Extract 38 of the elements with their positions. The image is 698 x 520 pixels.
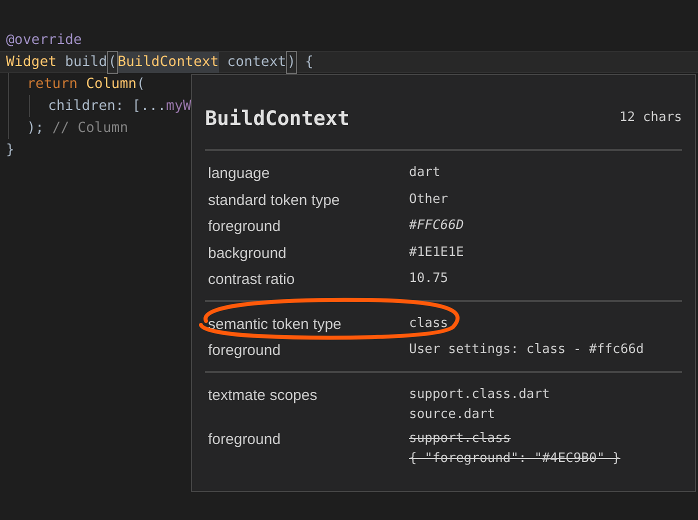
code-token: children: [... — [48, 96, 166, 116]
code-token: return — [27, 74, 78, 94]
code-token: { — [304, 52, 314, 72]
property-value: dart — [409, 164, 440, 182]
char-count: 12 chars — [619, 109, 682, 128]
property-value: 10.75 — [409, 270, 448, 288]
code-token: myW — [166, 96, 192, 116]
token-title: BuildContext — [205, 105, 350, 132]
code-token: build — [64, 52, 108, 72]
code-token: ) — [286, 50, 297, 74]
property-value: #1E1E1E — [409, 244, 464, 262]
property-label: foreground — [207, 217, 282, 237]
code-token: ( — [136, 74, 146, 94]
property-value: { "foreground": "#4EC9B0" } — [409, 450, 620, 468]
property-label: contrast ratio — [207, 270, 296, 290]
code-token: context — [226, 52, 286, 72]
property-label: foreground — [207, 341, 282, 361]
code-token: BuildContext — [118, 52, 219, 72]
code-token: ( — [107, 50, 118, 74]
code-token: Widget — [6, 52, 57, 72]
code-token: Column — [85, 74, 137, 94]
property-value: #FFC66D — [409, 217, 464, 235]
property-label: language — [207, 164, 271, 184]
code-token: } — [6, 140, 14, 160]
code-token: @override — [6, 30, 82, 50]
property-label: semantic token type — [207, 314, 342, 334]
property-value: source.dart — [409, 406, 496, 424]
property-value: User settings: class - #ffc66d — [409, 341, 644, 359]
code-token: ); — [27, 118, 44, 138]
property-value: class — [409, 314, 448, 332]
property-value: Other — [409, 190, 448, 208]
property-label: foreground — [207, 430, 282, 450]
property-label: background — [207, 244, 288, 264]
code-token: // Column — [51, 118, 128, 138]
property-value: support.class.dart — [409, 386, 550, 404]
property-value: support.class — [409, 430, 512, 448]
property-label: standard token type — [207, 190, 341, 210]
property-label: textmate scopes — [207, 386, 318, 406]
